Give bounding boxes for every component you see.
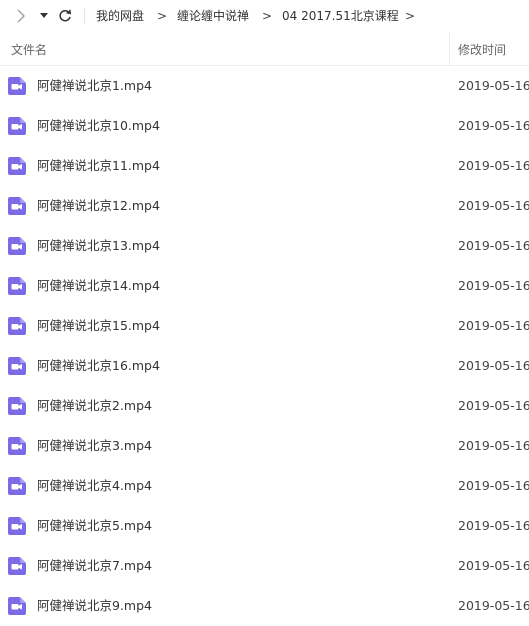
file-name[interactable]: 阿健禅说北京11.mp4 [37, 158, 160, 174]
chevron-right-icon[interactable] [13, 7, 29, 25]
file-modified-date: 2019-05-16 [458, 598, 529, 613]
column-divider[interactable] [449, 33, 450, 66]
file-name[interactable]: 阿健禅说北京14.mp4 [37, 278, 160, 294]
breadcrumb-item-folder[interactable]: 缠论缠中说禅 [177, 8, 249, 24]
video-file-icon [8, 117, 26, 135]
file-row[interactable]: 阿健禅说北京14.mp4 2019-05-16 [0, 266, 529, 306]
video-file-icon [8, 517, 26, 535]
file-row[interactable]: 阿健禅说北京9.mp4 2019-05-16 [0, 586, 529, 626]
file-row[interactable]: 阿健禅说北京13.mp4 2019-05-16 [0, 226, 529, 266]
video-file-icon [8, 77, 26, 95]
file-name[interactable]: 阿健禅说北京3.mp4 [37, 438, 152, 454]
video-file-icon [8, 237, 26, 255]
file-row[interactable]: 阿健禅说北京12.mp4 2019-05-16 [0, 186, 529, 226]
column-header-date[interactable]: 修改时间 [458, 42, 506, 58]
video-file-icon [8, 557, 26, 575]
file-row[interactable]: 阿健禅说北京4.mp4 2019-05-16 [0, 466, 529, 506]
file-row[interactable]: 阿健禅说北京5.mp4 2019-05-16 [0, 506, 529, 546]
file-modified-date: 2019-05-16 [458, 518, 529, 533]
video-file-icon [8, 357, 26, 375]
breadcrumb-separator: > [405, 9, 416, 23]
breadcrumb-item-current[interactable]: 04 2017.51北京课程 [282, 8, 399, 24]
file-name[interactable]: 阿健禅说北京2.mp4 [37, 398, 152, 414]
file-name[interactable]: 阿健禅说北京13.mp4 [37, 238, 160, 254]
breadcrumb-separator: > [157, 9, 168, 23]
toolbar: 我的网盘 > 缠论缠中说禅 > 04 2017.51北京课程 > [0, 0, 529, 33]
video-file-icon [8, 317, 26, 335]
file-modified-date: 2019-05-16 [458, 398, 529, 413]
breadcrumb-separator: > [262, 9, 273, 23]
file-modified-date: 2019-05-16 [458, 238, 529, 253]
breadcrumb-item-root[interactable]: 我的网盘 [96, 8, 144, 24]
video-file-icon [8, 597, 26, 615]
file-name[interactable]: 阿健禅说北京7.mp4 [37, 558, 152, 574]
file-row[interactable]: 阿健禅说北京3.mp4 2019-05-16 [0, 426, 529, 466]
file-row[interactable]: 阿健禅说北京10.mp4 2019-05-16 [0, 106, 529, 146]
file-modified-date: 2019-05-16 [458, 118, 529, 133]
file-modified-date: 2019-05-16 [458, 198, 529, 213]
video-file-icon [8, 437, 26, 455]
file-row[interactable]: 阿健禅说北京16.mp4 2019-05-16 [0, 346, 529, 386]
file-name[interactable]: 阿健禅说北京1.mp4 [37, 78, 152, 94]
file-row[interactable]: 阿健禅说北京1.mp4 2019-05-16 [0, 66, 529, 106]
refresh-icon[interactable] [57, 7, 73, 25]
file-name[interactable]: 阿健禅说北京5.mp4 [37, 518, 152, 534]
file-modified-date: 2019-05-16 [458, 278, 529, 293]
file-modified-date: 2019-05-16 [458, 158, 529, 173]
caret-down-icon[interactable] [38, 8, 50, 24]
video-file-icon [8, 477, 26, 495]
file-modified-date: 2019-05-16 [458, 318, 529, 333]
column-header-name[interactable]: 文件名 [11, 42, 47, 58]
file-name[interactable]: 阿健禅说北京12.mp4 [37, 198, 160, 214]
file-row[interactable]: 阿健禅说北京7.mp4 2019-05-16 [0, 546, 529, 586]
file-modified-date: 2019-05-16 [458, 358, 529, 373]
video-file-icon [8, 197, 26, 215]
file-row[interactable]: 阿健禅说北京11.mp4 2019-05-16 [0, 146, 529, 186]
file-modified-date: 2019-05-16 [458, 478, 529, 493]
video-file-icon [8, 157, 26, 175]
file-modified-date: 2019-05-16 [458, 78, 529, 93]
file-name[interactable]: 阿健禅说北京15.mp4 [37, 318, 160, 334]
file-name[interactable]: 阿健禅说北京9.mp4 [37, 598, 152, 614]
file-row[interactable]: 阿健禅说北京15.mp4 2019-05-16 [0, 306, 529, 346]
file-name[interactable]: 阿健禅说北京10.mp4 [37, 118, 160, 134]
video-file-icon [8, 277, 26, 295]
file-row[interactable]: 阿健禅说北京2.mp4 2019-05-16 [0, 386, 529, 426]
file-modified-date: 2019-05-16 [458, 438, 529, 453]
file-name[interactable]: 阿健禅说北京4.mp4 [37, 478, 152, 494]
file-list: 阿健禅说北京1.mp4 2019-05-16 阿健禅说北京10.mp4 2019-05… [0, 66, 529, 626]
file-list-header: 文件名 修改时间 [0, 33, 529, 66]
file-name[interactable]: 阿健禅说北京16.mp4 [37, 358, 160, 374]
file-modified-date: 2019-05-16 [458, 558, 529, 573]
toolbar-divider [84, 8, 85, 24]
video-file-icon [8, 397, 26, 415]
